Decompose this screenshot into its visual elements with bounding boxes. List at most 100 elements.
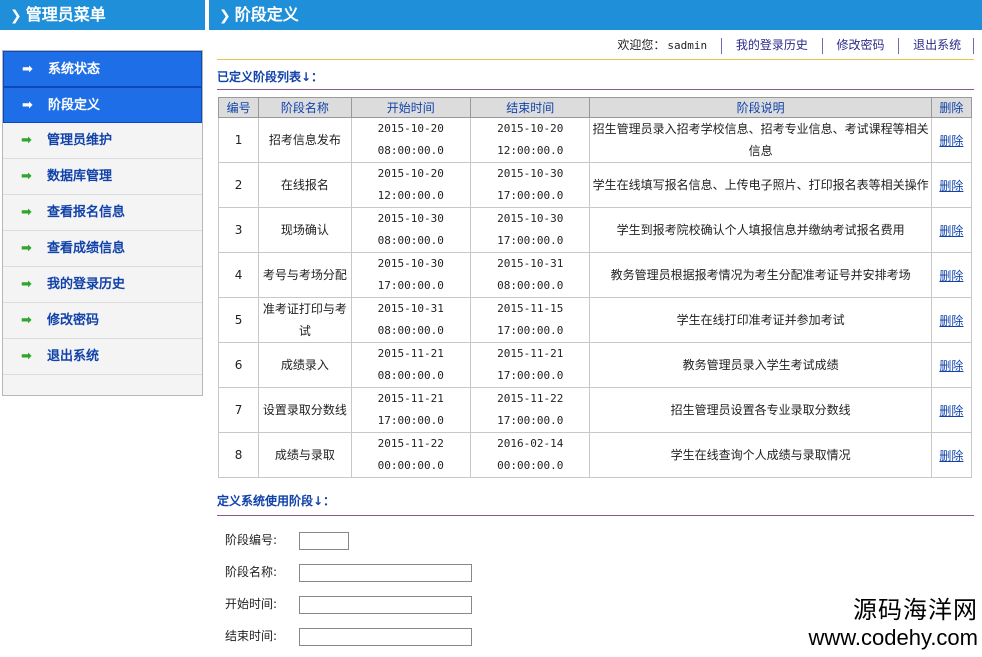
field-label: 开始时间: bbox=[225, 597, 278, 611]
cell-end: 2015-11-22 17:00:00.0 bbox=[469, 387, 591, 433]
form-row-start: 开始时间: bbox=[225, 595, 472, 614]
cell-desc: 学生到报考院校确认个人填报信息并缴纳考试报名费用 bbox=[589, 207, 932, 253]
form-section-title: 定义系统使用阶段↓： bbox=[217, 494, 336, 508]
chevron-right-icon: ❯ bbox=[219, 8, 231, 24]
stage-id-input[interactable] bbox=[298, 531, 349, 550]
start-date: 2015-11-21 bbox=[377, 392, 444, 405]
delete-link[interactable]: 删除 bbox=[939, 314, 963, 328]
start-date: 2015-11-22 bbox=[377, 437, 444, 450]
delete-link[interactable]: 删除 bbox=[939, 269, 963, 283]
table-row: 7 设置录取分数线 2015-11-21 17:00:00.0 2015-11-22 17… bbox=[217, 387, 973, 433]
divider bbox=[217, 515, 974, 516]
table-row: 6 成绩录入 2015-11-21 08:00:00.0 2015-11-21 17:00… bbox=[217, 342, 973, 388]
start-time: 00:00:00.0 bbox=[377, 459, 444, 472]
start-time-input[interactable] bbox=[298, 595, 472, 614]
end-date: 2015-10-30 bbox=[497, 212, 564, 225]
cell-delete: 删除 bbox=[930, 432, 973, 478]
col-header-delete: 删除 bbox=[930, 97, 973, 118]
cell-id: 5 bbox=[217, 297, 260, 343]
end-time: 08:00:00.0 bbox=[497, 279, 564, 292]
start-time: 08:00:00.0 bbox=[377, 324, 444, 337]
cell-end: 2015-10-30 17:00:00.0 bbox=[469, 207, 591, 253]
end-time: 17:00:00.0 bbox=[497, 369, 564, 382]
welcome-text: 欢迎您： sadmin bbox=[607, 38, 717, 52]
start-date: 2015-11-21 bbox=[377, 347, 444, 360]
cell-start: 2015-10-20 12:00:00.0 bbox=[350, 162, 471, 208]
sidebar-item[interactable]: ➡ 退出系统 bbox=[3, 339, 202, 375]
end-date: 2015-11-15 bbox=[497, 302, 564, 315]
start-date: 2015-10-20 bbox=[377, 122, 444, 135]
sidebar-item[interactable]: ➡ 系统状态 bbox=[3, 51, 202, 87]
watermark: 源码海洋网 www.codehy.com bbox=[808, 590, 978, 651]
end-time: 12:00:00.0 bbox=[497, 144, 564, 157]
start-date: 2015-10-31 bbox=[377, 302, 444, 315]
cell-id: 6 bbox=[217, 342, 260, 388]
cell-end: 2015-11-15 17:00:00.0 bbox=[469, 297, 591, 343]
table-header-row: 编号 阶段名称 开始时间 结束时间 阶段说明 删除 bbox=[217, 97, 973, 118]
cell-id: 4 bbox=[217, 252, 260, 298]
sidebar-item-label: 修改密码 bbox=[47, 313, 100, 328]
delete-link[interactable]: 删除 bbox=[939, 179, 963, 193]
end-date: 2015-11-22 bbox=[497, 392, 564, 405]
delete-link[interactable]: 删除 bbox=[939, 404, 963, 418]
sidebar-item[interactable]: ➡ 阶段定义 bbox=[3, 87, 202, 123]
delete-link[interactable]: 删除 bbox=[939, 224, 963, 238]
main-panel: ❯ 阶段定义 欢迎您： sadmin 我的登录历史 修改密码 退出系统 已定义阶段列… bbox=[209, 0, 982, 657]
divider bbox=[821, 37, 823, 54]
start-date: 2015-10-20 bbox=[377, 167, 444, 180]
cell-desc: 教务管理员根据报考情况为考生分配准考证号并安排考场 bbox=[589, 252, 932, 298]
cell-delete: 删除 bbox=[930, 162, 973, 208]
cell-name: 准考证打印与考试 bbox=[258, 297, 352, 343]
end-time-input[interactable] bbox=[298, 627, 472, 646]
start-date: 2015-10-30 bbox=[377, 212, 444, 225]
stage-name-input[interactable] bbox=[298, 563, 472, 582]
sidebar-item[interactable]: ➡ 查看报名信息 bbox=[3, 195, 202, 231]
sidebar-header: ❯ 管理员菜单 bbox=[0, 0, 205, 30]
sidebar-item[interactable]: ➡ 管理员维护 bbox=[3, 123, 202, 159]
delete-link[interactable]: 删除 bbox=[939, 359, 963, 373]
arrow-right-icon: ➡ bbox=[21, 313, 32, 328]
cell-desc: 教务管理员录入学生考试成绩 bbox=[589, 342, 932, 388]
delete-link[interactable]: 删除 bbox=[939, 449, 963, 463]
watermark-url: www.codehy.com bbox=[808, 625, 978, 650]
sidebar-item[interactable]: ➡ 修改密码 bbox=[3, 303, 202, 339]
cell-id: 3 bbox=[217, 207, 260, 253]
cell-name: 现场确认 bbox=[258, 207, 352, 253]
table-row: 4 考号与考场分配 2015-10-30 17:00:00.0 2015-10-31 08… bbox=[217, 252, 973, 298]
login-history-link[interactable]: 我的登录历史 bbox=[726, 38, 818, 52]
username: sadmin bbox=[667, 39, 708, 52]
cell-name: 设置录取分数线 bbox=[258, 387, 352, 433]
sidebar-item[interactable]: ➡ 查看成绩信息 bbox=[3, 231, 202, 267]
change-password-link[interactable]: 修改密码 bbox=[826, 38, 894, 52]
field-label: 结束时间: bbox=[225, 629, 278, 643]
start-time: 17:00:00.0 bbox=[377, 279, 444, 292]
start-time: 12:00:00.0 bbox=[377, 189, 444, 202]
logout-link[interactable]: 退出系统 bbox=[903, 38, 969, 52]
sidebar-item[interactable]: ➡ 数据库管理 bbox=[3, 159, 202, 195]
cell-id: 2 bbox=[217, 162, 260, 208]
cell-start: 2015-11-22 00:00:00.0 bbox=[350, 432, 471, 478]
cell-end: 2015-10-31 08:00:00.0 bbox=[469, 252, 591, 298]
arrow-right-icon: ➡ bbox=[22, 62, 33, 77]
sidebar-item[interactable]: ➡ 我的登录历史 bbox=[3, 267, 202, 303]
cell-delete: 删除 bbox=[930, 117, 973, 163]
user-bar: 欢迎您： sadmin 我的登录历史 修改密码 退出系统 bbox=[607, 34, 974, 56]
divider bbox=[217, 59, 974, 60]
arrow-right-icon: ➡ bbox=[22, 98, 33, 113]
delete-link[interactable]: 删除 bbox=[939, 134, 963, 148]
cell-end: 2016-02-14 00:00:00.0 bbox=[469, 432, 591, 478]
start-time: 17:00:00.0 bbox=[377, 414, 444, 427]
cell-name: 招考信息发布 bbox=[258, 117, 352, 163]
sidebar-item-label: 我的登录历史 bbox=[47, 277, 126, 292]
arrow-right-icon: ➡ bbox=[21, 133, 32, 148]
cell-desc: 学生在线填写报名信息、上传电子照片、打印报名表等相关操作 bbox=[589, 162, 932, 208]
watermark-cn: 源码海洋网 bbox=[853, 596, 978, 624]
sidebar-item-label: 退出系统 bbox=[47, 349, 100, 364]
sidebar-title: 管理员菜单 bbox=[25, 5, 106, 24]
cell-end: 2015-10-30 17:00:00.0 bbox=[469, 162, 591, 208]
cell-id: 1 bbox=[217, 117, 260, 163]
arrow-right-icon: ➡ bbox=[21, 241, 32, 256]
cell-delete: 删除 bbox=[930, 297, 973, 343]
table-row: 5 准考证打印与考试 2015-10-31 08:00:00.0 2015-11-15 1… bbox=[217, 297, 973, 343]
end-date: 2016-02-14 bbox=[497, 437, 564, 450]
